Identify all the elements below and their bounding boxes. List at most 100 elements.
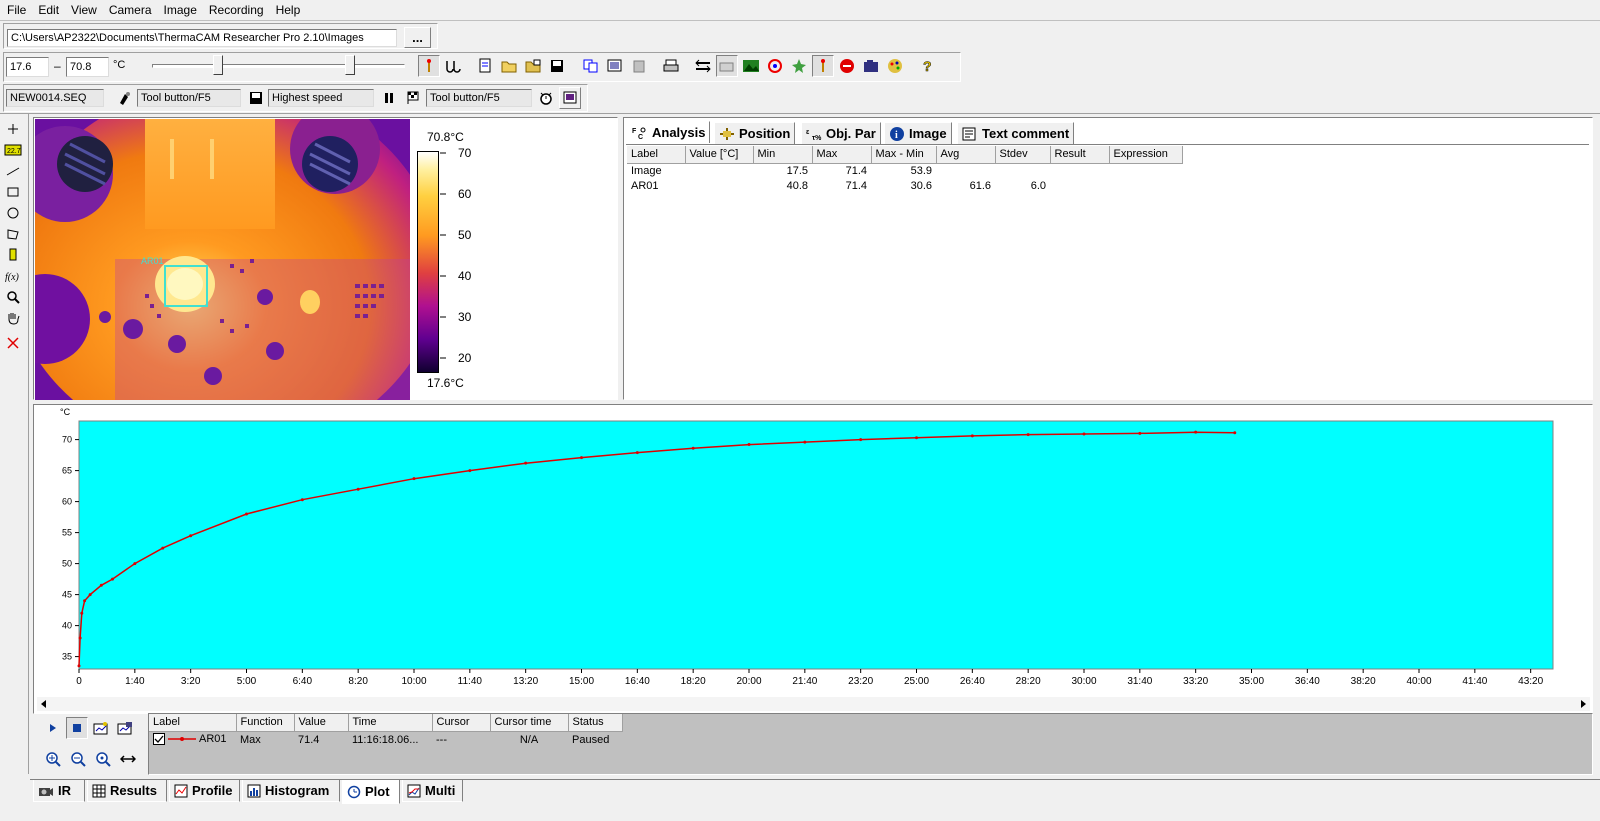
menu-edit[interactable]: Edit (31, 0, 64, 20)
legend-col-value[interactable]: Value (294, 714, 349, 732)
polygon-tool-icon[interactable] (2, 223, 24, 244)
formula-tool-icon[interactable]: f(x) (2, 265, 24, 286)
continuous-adjust-icon[interactable] (442, 55, 464, 77)
menu-image[interactable]: Image (157, 0, 202, 20)
legend-col-function[interactable]: Function (236, 714, 295, 732)
col-min[interactable]: Min (753, 146, 813, 164)
landscape-image-icon[interactable] (740, 55, 762, 77)
paste-icon[interactable] (628, 55, 650, 77)
checkered-flag-icon[interactable] (402, 87, 424, 109)
target-icon[interactable] (764, 55, 786, 77)
copy-icon[interactable] (580, 55, 602, 77)
open-sequence-icon[interactable] (522, 55, 544, 77)
legend-col-cursor-time[interactable]: Cursor time (490, 714, 569, 732)
zoom-in-icon[interactable] (42, 748, 64, 770)
camera-icon[interactable] (716, 55, 738, 77)
sequence-file-field[interactable]: NEW0014.SEQ (6, 89, 104, 107)
adjust-span-icon[interactable] (692, 55, 714, 77)
delete-tool-icon[interactable] (2, 332, 24, 353)
circle-tool-icon[interactable] (2, 202, 24, 223)
menu-recording[interactable]: Recording (202, 0, 269, 20)
menu-view[interactable]: View (64, 0, 102, 20)
pause-icon[interactable] (378, 87, 400, 109)
plot-area[interactable] (78, 420, 1554, 670)
legend-col-status[interactable]: Status (568, 714, 623, 732)
legend-col-label[interactable]: Label (149, 714, 237, 732)
tab-text-comment[interactable]: Text comment (957, 122, 1075, 144)
range-slider-min-thumb[interactable] (213, 55, 223, 75)
help-icon[interactable]: ? (916, 55, 938, 77)
col-result[interactable]: Result (1050, 146, 1110, 164)
tab-multi[interactable]: Multi (402, 780, 463, 802)
scroll-right-icon[interactable] (1578, 699, 1588, 709)
col-max[interactable]: Max (812, 146, 872, 164)
trigger-stop-field[interactable]: Tool button/F5 (426, 89, 532, 107)
zoom-out-icon[interactable] (67, 748, 89, 770)
crosshair-tool-icon[interactable] (2, 118, 24, 139)
tab-image[interactable]: i Image (884, 122, 952, 144)
level-tool-icon[interactable] (812, 55, 834, 77)
col-stdev[interactable]: Stdev (995, 146, 1051, 164)
frame-icon[interactable] (559, 87, 581, 109)
color-palette-icon[interactable] (884, 55, 906, 77)
table-row[interactable]: Image 17.5 71.4 53.9 (627, 163, 1182, 178)
copy-image-icon[interactable] (604, 55, 626, 77)
table-row[interactable]: AR01 40.8 71.4 30.6 61.6 6.0 (627, 178, 1182, 193)
browse-button[interactable]: ... (404, 27, 431, 48)
save-icon[interactable] (546, 55, 568, 77)
record-save-icon[interactable] (245, 87, 267, 109)
zoom-tool-icon[interactable] (2, 286, 24, 307)
col-value[interactable]: Value [°C] (685, 146, 754, 164)
line-tool-icon[interactable] (2, 160, 24, 181)
temperature-plot[interactable]: °C 35 40 45 50 55 60 65 70 0 1:40 3:20 5:00 6:40 8:2… (34, 405, 1592, 695)
trigger-start-field[interactable]: Tool button/F5 (137, 89, 241, 107)
legend-col-time[interactable]: Time (348, 714, 433, 732)
fit-width-icon[interactable] (117, 748, 139, 770)
range-max-field[interactable]: 70.8 (66, 57, 109, 77)
plot-horizontal-scrollbar[interactable] (37, 697, 1590, 711)
tab-histogram[interactable]: Histogram (242, 780, 340, 802)
legend-col-cursor[interactable]: Cursor (432, 714, 491, 732)
tab-analysis[interactable]: FC Analysis (627, 121, 711, 143)
auto-adjust-icon[interactable] (418, 55, 440, 77)
stop-icon[interactable] (836, 55, 858, 77)
range-slider-max-thumb[interactable] (345, 55, 355, 75)
tab-results[interactable]: Results (87, 780, 167, 802)
play-icon[interactable] (42, 717, 64, 739)
col-expression[interactable]: Expression (1109, 146, 1183, 164)
tab-ir[interactable]: IR (33, 780, 85, 802)
plot-settings-icon[interactable] (90, 717, 112, 739)
col-max-minus-min[interactable]: Max - Min (871, 146, 937, 164)
hand-tool-icon[interactable] (2, 307, 24, 328)
range-min-field[interactable]: 17.6 (6, 57, 49, 77)
plot-export-icon[interactable] (114, 717, 136, 739)
palette-tool-icon[interactable] (788, 55, 810, 77)
isotherm-tool-icon[interactable] (2, 244, 24, 265)
legend-checkbox[interactable] (153, 732, 165, 745)
new-file-icon[interactable] (474, 55, 496, 77)
image-path-field[interactable]: C:\Users\AP2322\Documents\ThermaCAM Rese… (7, 29, 397, 47)
zoom-reset-icon[interactable] (92, 748, 114, 770)
tab-plot[interactable]: Plot (342, 780, 400, 804)
menu-file[interactable]: File (0, 0, 31, 20)
menu-camera[interactable]: Camera (102, 0, 157, 20)
legend-row[interactable]: AR01 Max 71.4 11:16:18.06... --- N/A Pau… (149, 731, 622, 748)
scroll-left-icon[interactable] (39, 699, 49, 709)
camera-settings-icon[interactable] (860, 55, 882, 77)
thermal-image[interactable]: AR01 (35, 119, 410, 400)
trigger-start-icon[interactable] (114, 87, 136, 109)
speed-field[interactable]: Highest speed (268, 89, 374, 107)
tab-position[interactable]: Position (714, 122, 796, 144)
box-tool-icon[interactable] (2, 181, 24, 202)
tab-object-parameters[interactable]: ε τ% Obj. Par (801, 122, 881, 144)
spot-value-tool-icon[interactable]: 22.7 (2, 139, 24, 160)
timer-icon[interactable] (535, 87, 557, 109)
range-slider-track[interactable] (152, 64, 405, 68)
menu-help[interactable]: Help (269, 0, 306, 20)
col-label[interactable]: Label (627, 146, 686, 164)
open-file-icon[interactable] (498, 55, 520, 77)
stop-plot-icon[interactable] (66, 717, 88, 739)
col-avg[interactable]: Avg (936, 146, 996, 164)
print-icon[interactable] (660, 55, 682, 77)
tab-profile[interactable]: Profile (169, 780, 240, 802)
